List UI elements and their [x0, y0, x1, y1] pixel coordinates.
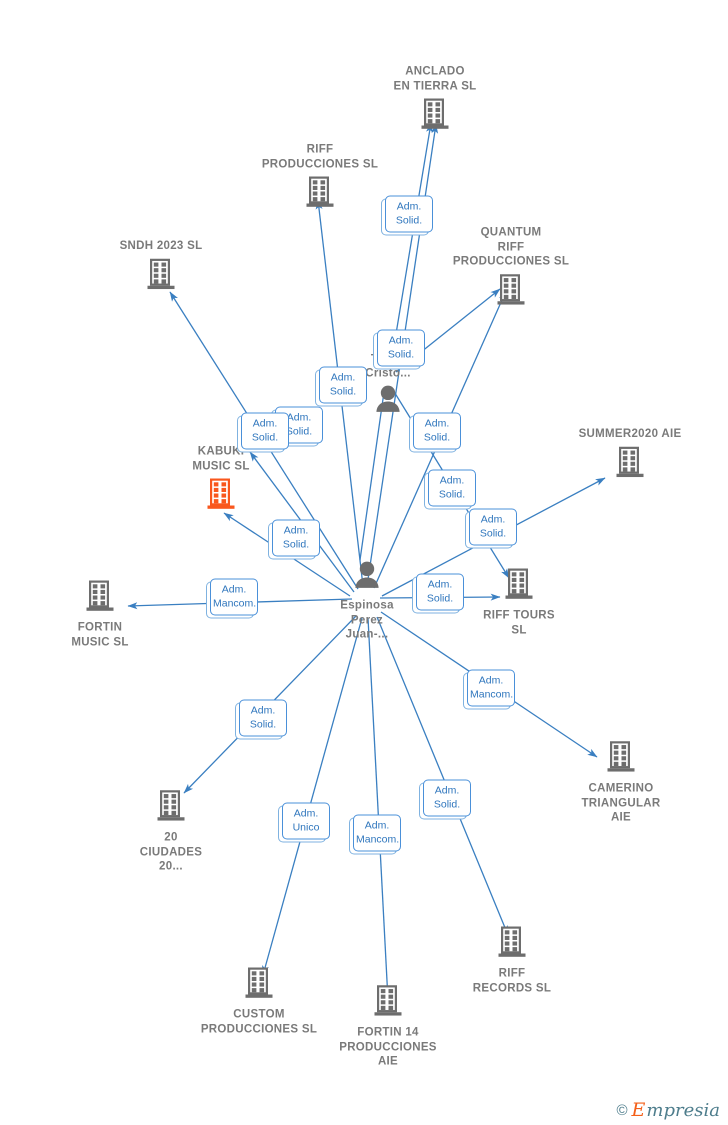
graph-node-camerino[interactable]: CAMERINO TRIANGULAR AIE [546, 739, 696, 825]
relation-badge-b15[interactable]: Adm. Unico [282, 802, 330, 840]
brand-name: mpresia [646, 1100, 720, 1121]
graph-node-fortin14[interactable]: FORTIN 14 PRODUCCIONES AIE [313, 983, 463, 1069]
relation-badge-line-2: Solid. [329, 385, 357, 398]
relation-badge-line-2: Solid. [387, 348, 415, 361]
building-icon-quantum[interactable] [436, 272, 586, 311]
building-icon-rifftours[interactable] [444, 567, 594, 606]
relation-badge-line-1: Adm. [478, 674, 504, 687]
relation-badge-line-1: Adm. [427, 578, 453, 591]
edge-espinosa-to-custom [262, 617, 363, 976]
relation-badge-line-1: Adm. [283, 524, 309, 537]
node-label-ciudades: 20 CIUDADES 20... [139, 831, 203, 873]
relation-badge-line-2: Solid. [433, 798, 461, 811]
building-icon-summer[interactable] [555, 444, 705, 483]
node-label-riffprod: RIFF PRODUCCIONES SL [261, 143, 379, 171]
graph-node-sndh[interactable]: SNDH 2023 SL [86, 239, 236, 296]
graph-node-kabuki[interactable]: KABUKI MUSIC SL [146, 445, 296, 516]
building-icon-riffrec[interactable] [437, 925, 587, 964]
relation-badge-line-1: Adm. [439, 474, 465, 487]
graph-node-fortin[interactable]: FORTIN MUSIC SL [25, 579, 175, 650]
relation-badge-line-2: Mancom. [470, 688, 514, 701]
relation-badge-b12[interactable]: Adm. Mancom. [467, 669, 515, 707]
relation-badge-line-1: Adm. [221, 583, 247, 596]
building-icon-riffprod[interactable] [245, 175, 395, 214]
relation-badge-line-2: Solid. [251, 431, 279, 444]
relation-badge-b11[interactable]: Adm. Solid. [416, 573, 464, 611]
relation-badge-b13[interactable]: Adm. Solid. [239, 699, 287, 737]
relation-badge-b06[interactable]: Adm. Solid. [413, 412, 461, 450]
relation-badge-line-1: Adm. [293, 807, 319, 820]
relation-badge-b02[interactable]: Adm. Solid. [377, 329, 425, 367]
building-icon-camerino[interactable] [546, 739, 696, 778]
graph-node-riffprod[interactable]: RIFF PRODUCCIONES SL [245, 143, 395, 214]
relation-badge-line-1: Adm. [252, 417, 278, 430]
relation-badge-line-1: Adm. [388, 334, 414, 347]
relation-badge-line-2: Solid. [282, 538, 310, 551]
relation-badge-b14[interactable]: Adm. Solid. [423, 779, 471, 817]
relation-badge-line-1: Adm. [396, 200, 422, 213]
building-icon-fortin14[interactable] [313, 983, 463, 1022]
node-label-anclado: ANCLADO EN TIERRA SL [393, 65, 477, 93]
building-icon-kabuki[interactable] [146, 477, 296, 516]
graph-node-ciudades[interactable]: 20 CIUDADES 20... [96, 788, 246, 874]
relation-badge-line-2: Solid. [438, 488, 466, 501]
building-icon-sndh[interactable] [86, 256, 236, 295]
relation-badge-line-1: Adm. [250, 704, 276, 717]
relation-badge-line-2: Mancom. [356, 833, 400, 846]
brand-initial: E [631, 1099, 646, 1121]
relation-badge-b03[interactable]: Adm. Solid. [319, 366, 367, 404]
node-label-quantum: QUANTUM RIFF PRODUCCIONES SL [452, 226, 570, 268]
graph-node-quantum[interactable]: QUANTUM RIFF PRODUCCIONES SL [436, 225, 586, 311]
relation-badge-b08[interactable]: Adm. Solid. [469, 508, 517, 546]
relation-badge-b09[interactable]: Adm. Solid. [272, 519, 320, 557]
relation-badge-line-1: Adm. [364, 819, 390, 832]
relation-badge-line-2: Unico [292, 821, 320, 834]
graph-node-summer[interactable]: SUMMER2020 AIE [555, 427, 705, 484]
relation-badge-line-1: Adm. [424, 417, 450, 430]
node-label-custom: CUSTOM PRODUCCIONES SL [200, 1008, 318, 1036]
relation-badge-b07[interactable]: Adm. Solid. [428, 469, 476, 507]
relation-badge-line-1: Adm. [330, 371, 356, 384]
relation-badge-line-2: Solid. [426, 592, 454, 605]
relation-badge-b05[interactable]: Adm. Solid. [241, 412, 289, 450]
node-label-fortin14: FORTIN 14 PRODUCCIONES AIE [339, 1026, 437, 1068]
graph-node-anclado[interactable]: ANCLADO EN TIERRA SL [360, 65, 510, 136]
empresia-watermark: © Empresia [616, 1099, 720, 1121]
relation-badge-b10[interactable]: Adm. Mancom. [210, 578, 258, 616]
node-label-summer: SUMMER2020 AIE [578, 427, 682, 440]
relation-badge-line-1: Adm. [434, 784, 460, 797]
graph-node-rifftours[interactable]: RIFF TOURS SL [444, 567, 594, 638]
building-icon-ciudades[interactable] [96, 788, 246, 827]
relation-badge-line-2: Solid. [249, 718, 277, 731]
node-label-fortin: FORTIN MUSIC SL [71, 621, 129, 649]
edge-ortiz-to-anclado [390, 122, 433, 365]
relation-badge-line-2: Solid. [479, 527, 507, 540]
edge-espinosa-to-riffrec [376, 616, 509, 936]
relation-badge-line-2: Solid. [395, 214, 423, 227]
node-label-camerino: CAMERINO TRIANGULAR AIE [581, 782, 661, 824]
relation-badge-b16[interactable]: Adm. Mancom. [353, 814, 401, 852]
building-icon-anclado[interactable] [360, 97, 510, 136]
building-icon-fortin[interactable] [25, 579, 175, 618]
graph-node-custom[interactable]: CUSTOM PRODUCCIONES SL [184, 966, 334, 1037]
edge-espinosa-to-fortin14 [367, 617, 392, 1001]
relation-badge-b01[interactable]: Adm. Solid. [385, 195, 433, 233]
relation-badge-line-1: Adm. [480, 513, 506, 526]
node-label-rifftours: RIFF TOURS SL [483, 609, 555, 637]
node-label-sndh: SNDH 2023 SL [119, 239, 203, 252]
relation-badge-line-2: Solid. [423, 431, 451, 444]
copyright-symbol: © [616, 1102, 628, 1119]
relation-badge-line-2: Mancom. [213, 597, 257, 610]
building-icon-custom[interactable] [184, 966, 334, 1005]
network-graph-canvas: ANCLADO EN TIERRA SL RIFF PRODUCCIONES SL… [0, 0, 728, 1125]
